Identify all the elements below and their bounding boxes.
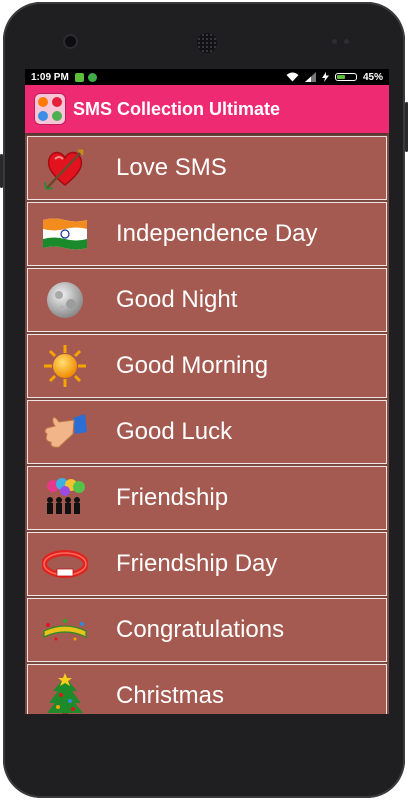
phone-side-button [0, 154, 3, 188]
phone-frame: 1:09 PM 45% SMS Collection Ultimate Love… [0, 2, 408, 798]
christmas-tree-icon [42, 673, 88, 714]
earpiece-speaker [197, 33, 217, 53]
app-notification-icon [87, 72, 97, 82]
list-item-love-sms[interactable]: Love SMS [27, 136, 387, 200]
list-item-christmas[interactable]: Christmas [27, 664, 387, 714]
proximity-sensors [332, 39, 352, 45]
battery-icon [334, 73, 357, 81]
list-item-friendship[interactable]: Friendship [27, 466, 387, 530]
thumbs-up-icon [42, 409, 88, 455]
app-bar: SMS Collection Ultimate [25, 85, 389, 133]
list-item-good-luck[interactable]: Good Luck [27, 400, 387, 464]
app-title: SMS Collection Ultimate [73, 98, 281, 119]
list-item-label: Christmas [116, 682, 225, 709]
friendship-band-icon [42, 541, 88, 587]
status-time: 1:09 PM [31, 71, 69, 83]
list-item-label: Good Luck [116, 418, 233, 445]
sms-collection-app-icon [35, 94, 65, 124]
congratulations-banner-icon [42, 607, 88, 653]
list-item-label: Independence Day [116, 220, 318, 247]
charging-icon [321, 72, 329, 82]
signal-icon [304, 72, 316, 82]
wifi-icon [286, 72, 299, 82]
list-item-label: Friendship [116, 484, 229, 511]
list-item-good-morning[interactable]: Good Morning [27, 334, 387, 398]
category-list: Love SMS Independence Day Good Night Goo… [25, 133, 389, 714]
screen: 1:09 PM 45% SMS Collection Ultimate Love… [25, 69, 389, 714]
sms-notification-icon [74, 72, 84, 82]
heart-arrow-icon [42, 145, 88, 191]
sun-icon [42, 343, 88, 389]
list-item-good-night[interactable]: Good Night [27, 268, 387, 332]
list-item-label: Good Morning [116, 352, 269, 379]
list-item-congratulations[interactable]: Congratulations [27, 598, 387, 662]
list-item-label: Friendship Day [116, 550, 278, 577]
status-bar: 1:09 PM 45% [25, 69, 389, 85]
list-item-label: Good Night [116, 286, 238, 313]
list-item-independence-day[interactable]: Independence Day [27, 202, 387, 266]
list-item-friendship-day[interactable]: Friendship Day [27, 532, 387, 596]
list-item-label: Love SMS [116, 154, 227, 181]
phone-bottom-bezel [3, 714, 405, 798]
indian-flag-icon [42, 211, 88, 257]
front-camera [65, 36, 76, 47]
moon-icon [42, 277, 88, 323]
friends-balloons-icon [42, 475, 88, 521]
battery-percent: 45% [362, 71, 383, 83]
list-item-label: Congratulations [116, 616, 285, 643]
